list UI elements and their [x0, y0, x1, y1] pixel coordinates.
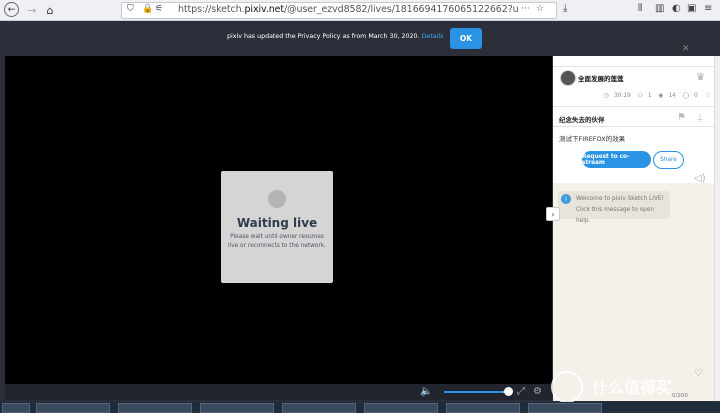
url-bar[interactable]: ⛉ 🔒 ⚟ https://sketch.pixiv.net/@user_ezv…	[121, 2, 557, 19]
extension-icon[interactable]: ◐	[672, 3, 681, 14]
task-item[interactable]	[36, 403, 110, 413]
waiting-card: Waiting live Please wait until owner res…	[221, 171, 333, 283]
viewer-icon: ⚇	[637, 93, 643, 99]
volume-slider[interactable]	[444, 391, 510, 393]
co-stream-button[interactable]: Request to co-stream	[582, 151, 651, 168]
volume-fill	[444, 391, 504, 393]
task-item[interactable]	[118, 403, 192, 413]
task-item[interactable]	[364, 403, 438, 413]
more-icon[interactable]: ···	[521, 4, 530, 14]
download-icon[interactable]: ⤓	[563, 3, 567, 14]
divider	[553, 126, 715, 127]
heart-icon[interactable]: ♡	[694, 368, 703, 379]
sidebar-icon[interactable]: ▥	[655, 3, 664, 14]
welcome-text[interactable]: Welcome to pixiv Sketch LIVE! Click this…	[576, 194, 668, 227]
spinner-icon	[268, 190, 286, 208]
close-icon[interactable]: ✕	[682, 44, 690, 54]
extension2-icon[interactable]: ▣	[687, 3, 696, 14]
forward-button[interactable]: →	[24, 2, 40, 18]
eye-icon: ◉	[658, 93, 664, 99]
bookmark-icon[interactable]: ☆	[536, 4, 544, 14]
avatar[interactable]	[560, 70, 576, 86]
follow-icon[interactable]: ♛	[696, 72, 705, 83]
time-icon: ◷	[604, 93, 610, 99]
pin-icon[interactable]: ⍊	[697, 112, 703, 123]
stream-title: 纪念失去的伙伴	[559, 116, 605, 124]
divider	[553, 66, 715, 67]
settings-icon[interactable]: ⚙	[533, 386, 542, 397]
watermark-text: 什么值得买	[592, 378, 673, 397]
volume-icon[interactable]: 🔈	[420, 386, 432, 397]
waiting-title: Waiting live	[236, 216, 318, 230]
fullscreen-icon[interactable]: ⤢	[517, 386, 525, 397]
details-link[interactable]: Details	[422, 33, 444, 40]
task-item[interactable]	[200, 403, 274, 413]
task-item[interactable]	[2, 403, 30, 413]
collapse-panel-button[interactable]: ›	[546, 207, 560, 221]
permissions-icon: ⚟	[155, 4, 164, 14]
ok-button[interactable]: OK	[450, 28, 482, 49]
heart-icon: ♡	[704, 93, 710, 99]
privacy-notice: pixiv has updated the Privacy Policy as …	[0, 21, 720, 55]
char-counter: 0/200	[672, 393, 688, 399]
owner-name[interactable]: 全面发展的莲莲	[578, 73, 624, 83]
task-item[interactable]	[446, 403, 520, 413]
watermark-logo	[551, 371, 583, 403]
report-flag-icon[interactable]: ⚑	[677, 112, 686, 123]
live-stats: ◷30:19 ⚇1 ◉14 ◯0 ♡0	[604, 93, 719, 99]
notice-text: pixiv has updated the Privacy Policy as …	[227, 33, 444, 40]
comment-icon: ◯	[682, 93, 690, 99]
task-item[interactable]	[282, 403, 356, 413]
info-icon: i	[561, 194, 571, 204]
page-scrollbar[interactable]	[714, 56, 720, 401]
lock-icon: 🔒	[142, 4, 154, 14]
stream-description: 测试下FIREFOX的效果	[559, 135, 626, 143]
url-text: https://sketch.pixiv.net/@user_ezvd8582/…	[178, 4, 518, 15]
shield-icon: ⛉	[127, 4, 134, 14]
divider	[553, 106, 715, 107]
task-item[interactable]	[528, 403, 602, 413]
back-button[interactable]: ←	[4, 2, 19, 17]
volume-knob[interactable]	[504, 387, 513, 396]
menu-icon[interactable]: ≡	[704, 3, 712, 14]
share-button[interactable]: Share	[653, 151, 684, 169]
home-button[interactable]: ⌂	[42, 2, 58, 18]
waiting-description: Please wait until owner resumes live or …	[227, 234, 327, 249]
library-icon[interactable]: ⫴	[638, 3, 642, 14]
